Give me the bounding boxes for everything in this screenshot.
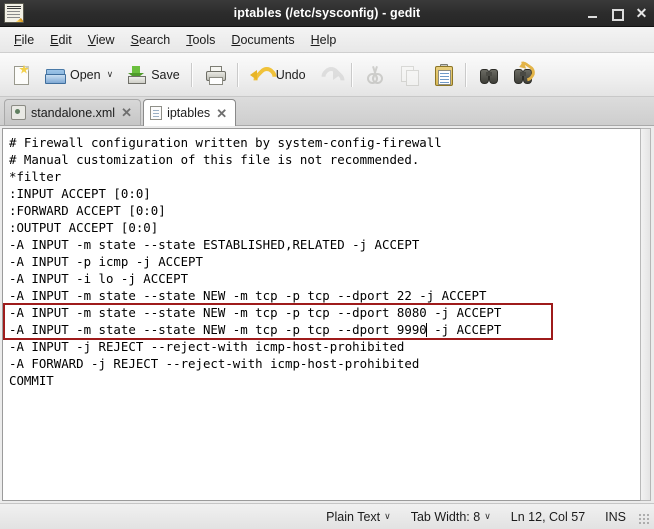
chevron-down-icon[interactable]: ∨ xyxy=(384,511,391,522)
tab-bar: standalone.xml ✕ iptables ✕ xyxy=(0,97,654,126)
cut-button xyxy=(358,57,392,93)
status-bar: Plain Text ∨ Tab Width: 8 ∨ Ln 12, Col 5… xyxy=(0,503,654,529)
tab-close-icon[interactable]: ✕ xyxy=(120,106,133,119)
text-file-icon xyxy=(150,106,163,120)
tab-width-label: Tab Width: 8 xyxy=(410,509,481,524)
save-icon xyxy=(125,64,147,86)
menu-help-rest: elp xyxy=(319,32,337,47)
tab-iptables-label: iptables xyxy=(167,106,211,120)
text-cursor xyxy=(426,323,428,337)
open-label: Open xyxy=(70,67,101,82)
find-replace-icon xyxy=(510,58,538,86)
menu-search[interactable]: Search xyxy=(123,30,179,50)
menu-file[interactable]: File xyxy=(6,30,42,50)
toolbar-separator-1 xyxy=(190,62,193,87)
menu-tools[interactable]: Tools xyxy=(178,30,223,50)
window-controls: ✕ xyxy=(587,6,648,21)
minimize-icon[interactable] xyxy=(587,7,600,20)
clipboard-paste-icon xyxy=(432,63,454,86)
text-editor[interactable]: # Firewall configuration written by syst… xyxy=(2,128,641,501)
toolbar-separator-4 xyxy=(464,62,467,87)
copy-button xyxy=(392,57,426,93)
editor-content[interactable]: # Firewall configuration written by syst… xyxy=(3,129,640,389)
maximize-icon[interactable] xyxy=(611,7,624,21)
title-bar: iptables (/etc/sysconfig) - gedit ✕ xyxy=(0,0,654,27)
xml-file-icon xyxy=(11,105,26,120)
chevron-down-icon[interactable]: ∨ xyxy=(484,511,491,522)
save-label: Save xyxy=(151,67,180,82)
menu-edit[interactable]: Edit xyxy=(42,30,80,50)
paste-button[interactable] xyxy=(426,57,460,93)
menu-documents-rest: ocuments xyxy=(240,32,295,47)
copy-icon xyxy=(398,64,420,86)
resize-grip[interactable] xyxy=(639,514,651,526)
vertical-scrollbar[interactable] xyxy=(641,128,651,501)
tab-close-icon[interactable]: ✕ xyxy=(215,107,228,120)
menu-edit-rest: dit xyxy=(58,32,72,47)
close-icon[interactable]: ✕ xyxy=(635,6,648,20)
menu-view-rest: iew xyxy=(95,32,115,47)
scissors-icon xyxy=(364,64,386,86)
save-button[interactable]: Save xyxy=(119,57,186,93)
redo-arrow-icon xyxy=(317,62,348,94)
find-button[interactable] xyxy=(472,57,506,93)
menu-bar: File Edit View Search Tools Documents He… xyxy=(0,27,654,53)
print-button[interactable] xyxy=(198,57,232,93)
chevron-down-icon[interactable]: ∨ xyxy=(107,70,114,79)
new-document-icon xyxy=(10,64,32,86)
menu-search-rest: earch xyxy=(138,32,171,47)
menu-help[interactable]: Help xyxy=(303,30,345,50)
gedit-app-icon xyxy=(4,3,24,23)
tab-iptables[interactable]: iptables ✕ xyxy=(143,99,237,126)
replace-button[interactable] xyxy=(506,57,540,93)
tab-standalone-xml[interactable]: standalone.xml ✕ xyxy=(4,99,142,125)
window-title: iptables (/etc/sysconfig) - gedit xyxy=(233,6,421,20)
menu-file-rest: ile xyxy=(21,32,35,47)
editor-area: # Firewall configuration written by syst… xyxy=(0,126,654,503)
tab-width-selector[interactable]: Tab Width: 8 ∨ xyxy=(401,510,501,524)
undo-arrow-icon xyxy=(249,62,280,94)
menu-tools-rest: ools xyxy=(192,32,216,47)
redo-button xyxy=(312,57,348,94)
toolbar-separator-3 xyxy=(350,62,353,87)
language-label: Plain Text xyxy=(326,509,381,524)
language-selector[interactable]: Plain Text ∨ xyxy=(316,510,401,524)
cursor-position: Ln 12, Col 57 xyxy=(510,509,586,524)
gedit-window: iptables (/etc/sysconfig) - gedit ✕ File… xyxy=(0,0,654,529)
undo-label: Undo xyxy=(275,67,306,82)
new-button[interactable] xyxy=(4,57,38,93)
binoculars-search-icon xyxy=(478,64,500,86)
toolbar-separator-2 xyxy=(236,62,239,87)
printer-icon xyxy=(204,64,226,86)
open-folder-icon xyxy=(44,64,66,86)
toolbar: Open ∨ Save Undo xyxy=(0,53,654,97)
menu-documents[interactable]: Documents xyxy=(223,30,302,50)
menu-view[interactable]: View xyxy=(80,30,123,50)
tab-standalone-xml-label: standalone.xml xyxy=(31,105,116,120)
open-button[interactable]: Open ∨ xyxy=(38,57,119,93)
undo-button[interactable]: Undo xyxy=(244,57,312,94)
